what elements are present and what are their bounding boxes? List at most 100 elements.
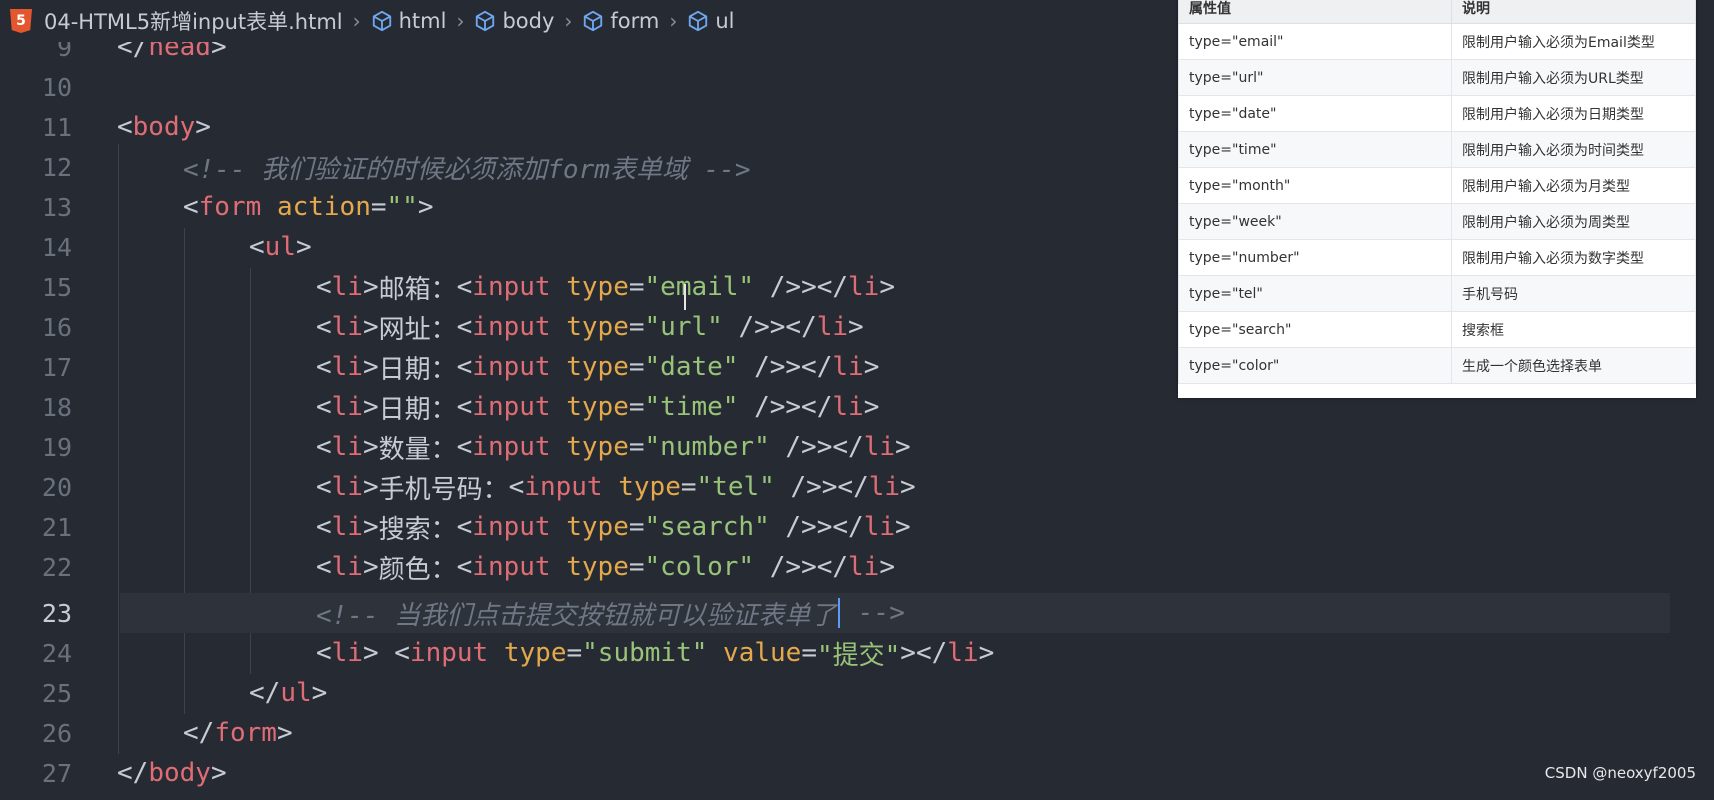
- tag-name: li: [331, 392, 363, 422]
- li-label-text: 搜索：: [378, 514, 457, 545]
- attribute-value: "search": [644, 512, 770, 542]
- tag-name: li: [331, 312, 363, 342]
- table-row: type="month" 限制用户输入必须为月类型: [1178, 167, 1696, 204]
- tag-name: li: [947, 638, 979, 668]
- line-number: 21: [41, 512, 72, 542]
- code-content: < li > 日期： < input type = "date" /> ></li >: [316, 347, 879, 387]
- line-number: 10: [41, 72, 72, 102]
- chevron-right-icon: ›: [669, 9, 678, 33]
- tag-name: li: [863, 432, 895, 462]
- line-number: 23: [41, 598, 72, 628]
- tag-name: li: [848, 552, 880, 582]
- text-cursor: [838, 598, 841, 628]
- table-cell-description: 限制用户输入必须为Email类型: [1451, 23, 1696, 60]
- attribute-value: "email": [644, 272, 755, 302]
- code-line-20[interactable]: 20 < li > 手机号码： < input type = "tel" /> ></li >: [0, 467, 1714, 507]
- attribute-value: "": [386, 192, 418, 222]
- li-label-text: 网址：: [378, 314, 457, 345]
- tag-name: form: [198, 192, 262, 222]
- table-row: type="date" 限制用户输入必须为日期类型: [1178, 95, 1696, 132]
- code-comment: <!-- 我们验证的时候必须添加form表单域 -->: [183, 154, 751, 185]
- punctuation: >: [295, 232, 312, 262]
- attribute-value: "url": [644, 312, 723, 342]
- table-cell-attribute: type="date": [1178, 95, 1452, 132]
- code-line-26[interactable]: 26 </form >: [0, 713, 1714, 753]
- attribute-name: type: [566, 312, 629, 342]
- punctuation: />: [769, 512, 817, 542]
- attribute-value: "提交": [816, 640, 901, 671]
- table-cell-description: 生成一个颜色选择表单: [1451, 347, 1696, 384]
- code-content: < li > 邮箱： < input type = "email" /> ></li >: [316, 267, 895, 307]
- breadcrumb-label: html: [398, 9, 447, 33]
- attribute-value: "color": [644, 552, 755, 582]
- punctuation: />: [754, 552, 802, 582]
- code-line-27[interactable]: 27 </body >: [0, 753, 1714, 793]
- table-cell-attribute: type="month": [1178, 167, 1452, 204]
- table-row: type="week" 限制用户输入必须为周类型: [1178, 203, 1696, 240]
- punctuation: <: [249, 232, 265, 262]
- tag-name: input: [472, 312, 551, 342]
- breadcrumb-item-body[interactable]: body: [474, 9, 554, 33]
- punctuation: />: [774, 472, 822, 502]
- li-label-text: 颜色：: [378, 554, 457, 585]
- table-cell-attribute: type="search": [1178, 311, 1452, 348]
- attribute-name: type: [566, 512, 629, 542]
- code-line-21[interactable]: 21 < li > 搜索： < input type = "search" /> ></li >: [0, 507, 1714, 547]
- code-line-24[interactable]: 24 < li > < input type = "submit" value = "提交" >…: [0, 633, 1714, 673]
- code-content: < li > 搜索： < input type = "search" /> ></li >: [316, 507, 911, 547]
- attribute-name: type: [566, 352, 629, 382]
- line-number: 16: [41, 312, 72, 342]
- line-number: 15: [41, 272, 72, 302]
- tag-name: li: [832, 352, 864, 382]
- code-content: < body >: [117, 107, 211, 147]
- punctuation: />: [722, 312, 770, 342]
- code-line-19[interactable]: 19 < li > 数量： < input type = "number" /> ></li >: [0, 427, 1714, 467]
- table-header-row: 属性值 说明: [1178, 0, 1696, 24]
- code-comment: <!-- 当我们点击提交按钮就可以验证表单了 -->: [316, 593, 905, 633]
- punctuation: =: [370, 192, 387, 222]
- tag-name: input: [524, 472, 603, 502]
- code-line-25[interactable]: 25 </ul >: [0, 673, 1714, 713]
- breadcrumb-item-html[interactable]: html: [371, 9, 447, 33]
- attribute-value: "date": [644, 352, 739, 382]
- line-number: 14: [41, 232, 72, 262]
- tag-name: input: [472, 272, 551, 302]
- breadcrumb-file[interactable]: 04-HTML5新增input表单.html: [44, 6, 343, 36]
- code-line-23[interactable]: 23 <!-- 当我们点击提交按钮就可以验证表单了 -->: [0, 593, 1714, 633]
- tag-name: li: [331, 552, 363, 582]
- tag-name: li: [331, 432, 363, 462]
- li-label-text: 数量：: [378, 434, 457, 465]
- mouse-ibeam-cursor: [684, 284, 686, 310]
- line-number: 19: [41, 432, 72, 462]
- comment-text: -->: [842, 598, 905, 628]
- breadcrumb-item-form[interactable]: form: [582, 9, 659, 33]
- attribute-name: type: [503, 638, 567, 668]
- attribute-value: "tel": [696, 472, 775, 502]
- table-row: type="time" 限制用户输入必须为时间类型: [1178, 131, 1696, 168]
- breadcrumb-item-ul[interactable]: ul: [687, 9, 735, 33]
- attribute-name: type: [566, 392, 629, 422]
- attribute-name: type: [618, 472, 681, 502]
- tag-name: li: [832, 392, 864, 422]
- table-cell-attribute: type="color": [1178, 347, 1452, 384]
- attribute-value: "submit": [582, 638, 708, 668]
- tag-name: li: [863, 512, 895, 542]
- attribute-name: value: [723, 638, 802, 668]
- tag-name: li: [331, 512, 363, 542]
- comment-text: <!-- 当我们点击提交按钮就可以验证表单了: [316, 600, 837, 631]
- attribute-name: type: [566, 272, 629, 302]
- line-number: 12: [41, 152, 72, 182]
- code-line-22[interactable]: 22 < li > 颜色： < input type = "color" /> ></li >: [0, 547, 1714, 587]
- punctuation: />: [738, 352, 786, 382]
- tag-name: form: [214, 718, 277, 748]
- code-content: < li > 日期： < input type = "time" /> ></li >: [316, 387, 879, 427]
- cube-icon: [371, 10, 393, 32]
- table-row: type="url" 限制用户输入必须为URL类型: [1178, 59, 1696, 96]
- attribute-name: type: [566, 552, 629, 582]
- table-cell-attribute: type="email": [1178, 23, 1452, 60]
- table-cell-description: 限制用户输入必须为时间类型: [1451, 131, 1696, 168]
- code-content: < li > 颜色： < input type = "color" /> ></li >: [316, 547, 895, 587]
- line-number: 22: [41, 552, 72, 582]
- chevron-right-icon: ›: [352, 9, 361, 33]
- tag-name: body: [148, 758, 211, 788]
